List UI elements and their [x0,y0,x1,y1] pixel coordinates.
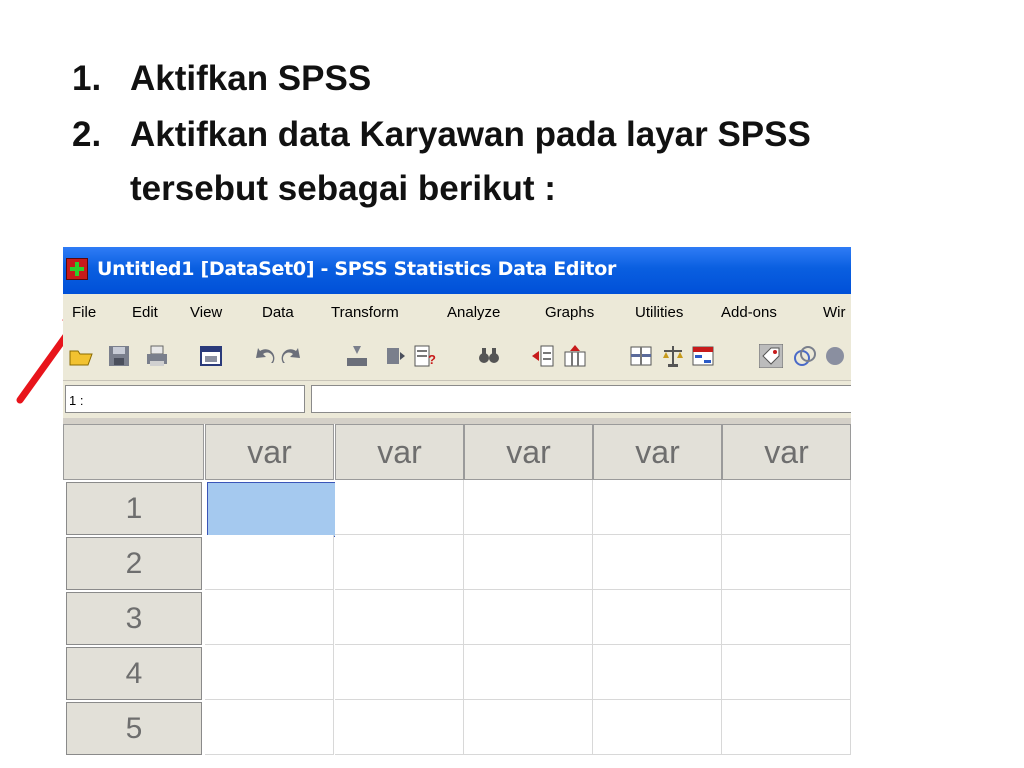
goto-variable-icon[interactable] [383,344,407,368]
instruction-step-2-continued: tersebut sebagai berikut : [130,165,556,213]
menu-transform[interactable]: Transform [331,304,399,321]
grid-cell[interactable] [722,645,851,700]
column-header[interactable]: var [335,424,464,480]
grid-cell[interactable] [464,700,593,755]
menu-graphs[interactable]: Graphs [545,304,594,321]
column-header[interactable]: var [205,424,334,480]
step-text: tersebut sebagai berikut : [130,169,556,208]
menu-data[interactable]: Data [262,304,294,321]
select-cases-icon[interactable] [691,344,715,368]
goto-case-icon[interactable] [345,344,369,368]
grid-cell[interactable] [722,590,851,645]
spss-app-icon[interactable] [66,258,88,280]
spss-data-editor-window: Untitled1 [DataSet0] - SPSS Statistics D… [63,247,851,768]
grid-cell-selected[interactable] [207,482,336,537]
grid-cell[interactable] [205,535,334,590]
insert-variable-icon[interactable] [563,344,587,368]
menu-utilities[interactable]: Utilities [635,304,683,321]
grid-cell[interactable] [722,480,851,535]
step-number: 2. [72,115,102,154]
grid-cell[interactable] [464,535,593,590]
weight-cases-icon[interactable] [661,344,685,368]
row-header[interactable]: 2 [66,537,202,590]
title-bar[interactable]: Untitled1 [DataSet0] - SPSS Statistics D… [63,247,851,294]
column-header[interactable]: var [593,424,722,480]
menu-analyze[interactable]: Analyze [447,304,500,321]
step-text: Aktifkan SPSS [130,59,372,98]
row-header[interactable]: 5 [66,702,202,755]
cell-reference: 1 : [65,385,305,413]
row-header[interactable]: 3 [66,592,202,645]
grid-cell[interactable] [335,645,464,700]
grid-cell[interactable] [593,535,722,590]
variables-icon[interactable]: ? [413,344,437,368]
dialog-recall-icon[interactable] [199,344,223,368]
use-sets-icon[interactable] [793,344,817,368]
grid-cell[interactable] [205,590,334,645]
grid-corner[interactable] [63,424,204,480]
toolbar: ? [63,334,851,380]
menu-bar: File Edit View Data Transform Analyze Gr… [63,294,851,334]
grid-cell[interactable] [205,700,334,755]
menu-add-ons[interactable]: Add-ons [721,304,777,321]
show-all-icon[interactable] [823,344,847,368]
menu-view[interactable]: View [190,304,222,321]
open-folder-icon[interactable] [69,344,93,368]
value-labels-icon[interactable] [759,344,783,368]
step-number: 1. [72,59,102,98]
data-grid: var var var var var 1 2 3 4 5 [63,418,851,768]
grid-cell[interactable] [335,480,464,535]
column-header[interactable]: var [464,424,593,480]
grid-cell[interactable] [722,700,851,755]
column-header[interactable]: var [722,424,851,480]
svg-text:?: ? [428,352,436,367]
grid-cell[interactable] [464,590,593,645]
menu-window[interactable]: Wir [823,304,846,321]
row-header[interactable]: 1 [66,482,202,535]
save-icon[interactable] [107,344,131,368]
window-title: Untitled1 [DataSet0] - SPSS Statistics D… [97,258,617,280]
split-file-icon[interactable] [629,344,653,368]
row-header[interactable]: 4 [66,647,202,700]
menu-file[interactable]: File [72,304,96,321]
grid-cell[interactable] [464,480,593,535]
grid-cell[interactable] [593,480,722,535]
grid-cell[interactable] [722,535,851,590]
grid-cell[interactable] [335,700,464,755]
grid-cell[interactable] [205,645,334,700]
grid-cell[interactable] [335,590,464,645]
grid-cell[interactable] [593,645,722,700]
cell-editor-bar: 1 : [63,380,851,419]
redo-icon[interactable] [279,344,303,368]
cell-value-input[interactable] [311,385,851,413]
undo-icon[interactable] [253,344,277,368]
insert-cases-icon[interactable] [531,344,555,368]
grid-cell[interactable] [593,590,722,645]
grid-cell[interactable] [593,700,722,755]
find-icon[interactable] [477,344,501,368]
menu-edit[interactable]: Edit [132,304,158,321]
step-text: Aktifkan data Karyawan pada layar SPSS [130,115,811,154]
print-icon[interactable] [145,344,169,368]
grid-cell[interactable] [335,535,464,590]
grid-cell[interactable] [464,645,593,700]
